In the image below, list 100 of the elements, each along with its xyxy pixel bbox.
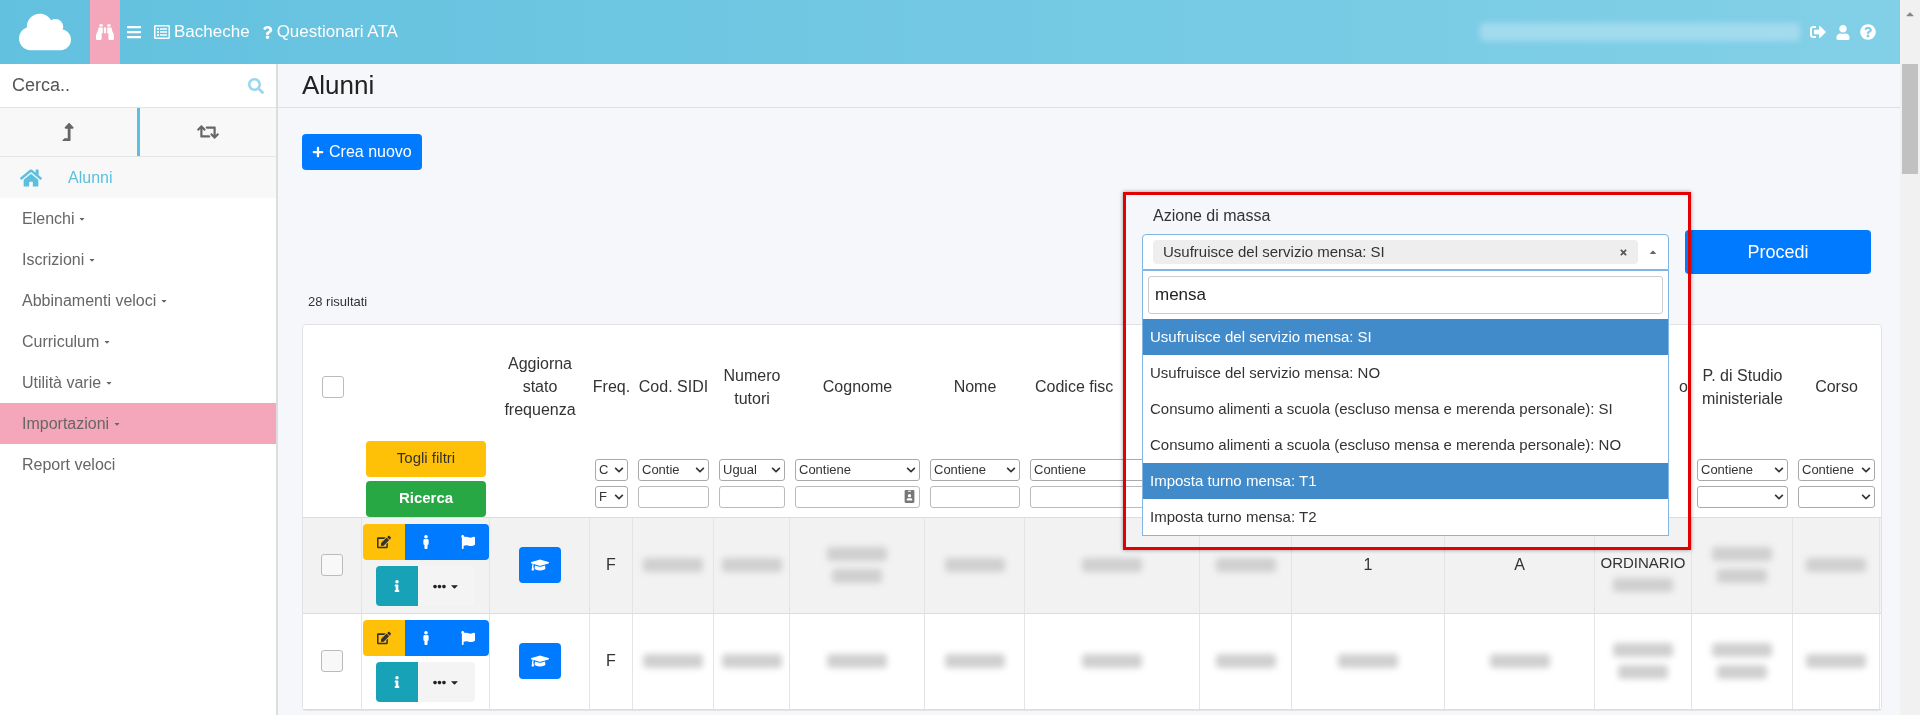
sidebar-item[interactable]: Report veloci bbox=[0, 444, 276, 485]
sidebar-item[interactable]: Curriculum bbox=[0, 321, 276, 362]
redacted-text bbox=[643, 654, 703, 668]
sidebar-item[interactable]: Abbinamenti veloci bbox=[0, 280, 276, 321]
scrollbar[interactable] bbox=[1900, 0, 1920, 64]
filter-select[interactable]: Contiene bbox=[1697, 458, 1788, 481]
filter-select[interactable]: Contiene bbox=[930, 458, 1020, 481]
filter-select[interactable]: Contie bbox=[638, 458, 709, 481]
edit-icon bbox=[376, 631, 391, 645]
filter-select[interactable]: Contiene bbox=[795, 458, 920, 481]
selected-chip: Usufruisce del servizio mensa: SI bbox=[1153, 240, 1638, 264]
chevron-down-icon bbox=[1861, 491, 1871, 502]
field-label: Azione di massa bbox=[1153, 206, 1272, 226]
filter-input[interactable] bbox=[719, 485, 785, 508]
search-icon[interactable] bbox=[248, 77, 264, 94]
chevron-down-icon bbox=[1774, 491, 1784, 502]
clear-filters-button[interactable]: Togli filtri bbox=[366, 440, 486, 477]
redacted-text bbox=[1082, 558, 1142, 572]
row-checkbox[interactable] bbox=[321, 650, 343, 672]
column-header: P. di Studio ministeriale bbox=[1701, 365, 1784, 409]
redacted-text bbox=[1717, 569, 1767, 583]
page-title: Alunni bbox=[302, 69, 375, 102]
dropdown-option[interactable]: Usufruisce del servizio mensa: SI bbox=[1143, 319, 1668, 355]
swap-arrows-icon bbox=[196, 123, 219, 141]
redacted-text bbox=[1215, 654, 1276, 668]
create-button[interactable]: Crea nuovo bbox=[302, 134, 422, 170]
person-button[interactable] bbox=[404, 524, 447, 560]
column-header: o bbox=[1679, 377, 1688, 397]
menu-icon bbox=[126, 24, 142, 40]
column-header: Nome bbox=[953, 377, 997, 397]
chevron-down-icon bbox=[1861, 464, 1871, 475]
redacted-text bbox=[1806, 558, 1866, 572]
logout-icon[interactable] bbox=[1810, 24, 1826, 40]
chevron-down-icon bbox=[695, 464, 705, 475]
redacted-text bbox=[1806, 654, 1866, 668]
filter-select[interactable]: C bbox=[595, 458, 628, 481]
edit-button[interactable] bbox=[362, 524, 405, 560]
redacted-text bbox=[944, 558, 1005, 572]
user-icon[interactable] bbox=[1836, 24, 1850, 40]
sidebar-item[interactable]: Utilità varie bbox=[0, 362, 276, 403]
column-header: Cod. SIDI bbox=[638, 377, 709, 397]
dropdown-search-field[interactable]: mensa bbox=[1148, 276, 1663, 314]
more-menu-button[interactable] bbox=[418, 662, 475, 702]
table-cell-text: ORDINARIO bbox=[1600, 552, 1686, 573]
edit-icon bbox=[376, 535, 391, 549]
scrollbar[interactable] bbox=[1900, 64, 1920, 715]
arrow-up-icon bbox=[61, 123, 76, 141]
sidebar-item[interactable]: Iscrizioni bbox=[0, 239, 276, 280]
column-header: Corso bbox=[1815, 377, 1858, 397]
graduation-cap-button[interactable] bbox=[518, 643, 561, 679]
clear-icon[interactable] bbox=[1619, 247, 1628, 257]
person-button[interactable] bbox=[404, 620, 447, 656]
flag-icon bbox=[460, 535, 475, 549]
dropdown-option[interactable]: Imposta turno mensa: T1 bbox=[1143, 463, 1668, 499]
column-header: Cognome bbox=[822, 377, 893, 397]
select-all-checkbox[interactable] bbox=[321, 375, 344, 398]
column-header: Numero tutori bbox=[722, 365, 782, 409]
search-field[interactable]: Cerca.. bbox=[12, 72, 248, 99]
redacted-text bbox=[944, 654, 1005, 668]
filter-input[interactable] bbox=[795, 485, 920, 508]
home-icon bbox=[20, 167, 42, 188]
filter-select[interactable]: Ugual bbox=[719, 458, 785, 481]
filter-select[interactable] bbox=[1697, 485, 1788, 508]
dropdown-option[interactable]: Imposta turno mensa: T2 bbox=[1143, 499, 1668, 535]
binoculars-icon bbox=[96, 23, 114, 41]
flag-button[interactable] bbox=[446, 524, 489, 560]
chevron-down-icon bbox=[771, 464, 781, 475]
sidebar-item[interactable]: Elenchi bbox=[0, 198, 276, 239]
graduation-cap-button[interactable] bbox=[518, 547, 561, 583]
question-icon bbox=[261, 25, 273, 39]
info-button[interactable] bbox=[376, 662, 418, 702]
proceed-button[interactable]: Procedi bbox=[1685, 230, 1871, 274]
redacted-text bbox=[1618, 665, 1668, 679]
help-icon[interactable] bbox=[1860, 24, 1876, 40]
filter-input[interactable] bbox=[930, 485, 1020, 508]
edit-button[interactable] bbox=[362, 620, 405, 656]
topbar-nav-item[interactable] bbox=[90, 0, 120, 64]
redacted-text bbox=[1712, 643, 1772, 657]
chevron-down-icon bbox=[906, 464, 916, 475]
results-count: 28 risultati bbox=[307, 293, 368, 311]
info-button[interactable] bbox=[376, 566, 418, 606]
table-cell-text: F bbox=[606, 651, 616, 671]
chevron-down-icon bbox=[1774, 464, 1784, 475]
filter-input[interactable] bbox=[638, 485, 709, 508]
redacted-text bbox=[1613, 578, 1673, 593]
list-icon bbox=[154, 24, 170, 40]
flag-button[interactable] bbox=[446, 620, 489, 656]
table-cell-text: 1 bbox=[1363, 555, 1373, 575]
dropdown-option[interactable]: Consumo alimenti a scuola (escluso mensa e merenda personale): SI bbox=[1143, 391, 1668, 427]
filter-select[interactable] bbox=[1798, 485, 1875, 508]
row-checkbox[interactable] bbox=[321, 554, 343, 576]
filter-select[interactable]: Contiene bbox=[1798, 458, 1875, 481]
redacted-text bbox=[1215, 558, 1276, 572]
chevron-down-icon bbox=[1006, 464, 1016, 475]
dropdown-option[interactable]: Usufruisce del servizio mensa: NO bbox=[1143, 355, 1668, 391]
column-header: Codice fisc bbox=[1035, 377, 1114, 397]
table-cell-text: F bbox=[606, 555, 616, 575]
filter-select[interactable]: F bbox=[595, 485, 628, 508]
redacted-text bbox=[721, 558, 782, 572]
mass-action-select[interactable]: Usufruisce del servizio mensa: SI bbox=[1142, 234, 1669, 270]
